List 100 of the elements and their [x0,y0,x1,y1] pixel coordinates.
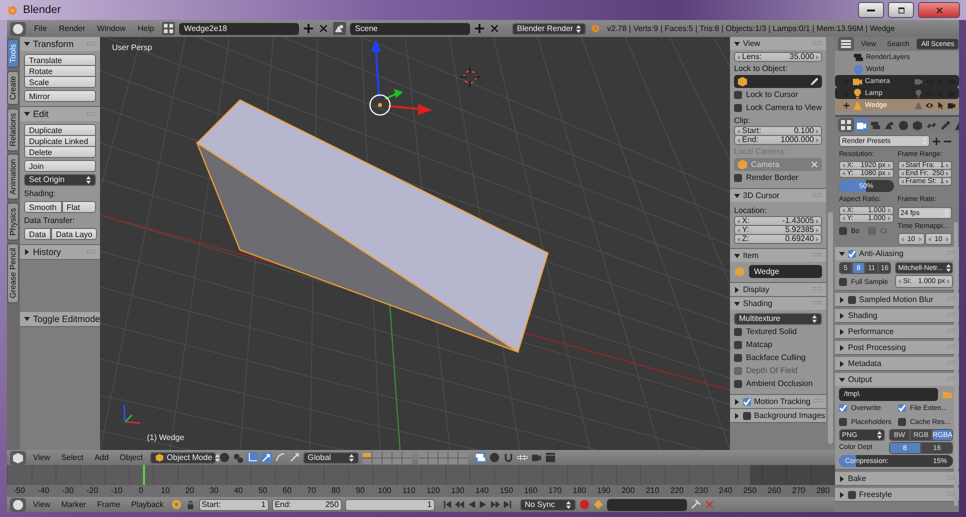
dropdown[interactable]: Blender Render [512,22,586,34]
list-icon[interactable] [838,37,854,51]
eye-icon[interactable] [925,100,934,110]
tab[interactable]: Animation [7,154,19,200]
tab[interactable]: Tools [7,39,19,68]
camera-icon[interactable] [530,452,542,463]
triangle-right-icon[interactable] [839,344,845,350]
layers-icon[interactable] [474,452,486,463]
key-insert-icon[interactable] [690,499,701,510]
number-field[interactable]: Y: 5.92385 [734,225,822,235]
number-field[interactable]: Start: 1 [198,498,269,510]
manipulator-icon[interactable] [246,452,258,463]
menu-item[interactable]: Render [54,24,90,32]
triangle-down-icon[interactable] [734,192,740,198]
triangle-down-icon[interactable] [24,316,30,322]
menu-item[interactable]: Marker [57,500,90,508]
checkbox[interactable] [839,418,847,426]
dropdown[interactable]: Set Origin [24,174,96,186]
scale-icon[interactable] [288,452,300,463]
checkbox[interactable] [743,412,751,420]
panel-header[interactable]: Metadata [835,357,959,370]
tool-button[interactable]: Join [24,160,96,172]
checkbox-label[interactable]: Backface Culling [746,354,806,362]
scrollbar[interactable] [954,222,958,506]
add-icon[interactable] [932,136,941,146]
number-field[interactable]: 1 [344,498,435,510]
triangle-right-icon[interactable] [24,249,30,255]
tool-button[interactable]: Scale [24,76,96,88]
menu-item[interactable]: File [30,24,51,32]
play-icon[interactable] [478,499,489,510]
triangle-right-icon[interactable] [839,492,845,498]
checkbox[interactable] [839,227,847,235]
record-icon[interactable] [170,499,182,510]
tab[interactable]: Grease Pencil [7,243,19,304]
playhead-line[interactable] [143,465,146,485]
cube-icon[interactable] [10,450,26,464]
dropdown[interactable]: Multitexture [734,313,822,325]
number-field[interactable]: End: 250 [272,498,342,510]
globe-icon[interactable] [897,118,910,132]
checkbox-label[interactable]: Textured Solid [746,328,797,336]
info-icon[interactable] [10,22,26,36]
arrow-icon[interactable] [260,452,272,463]
object-field[interactable] [734,75,822,88]
menu-item[interactable]: Frame [93,500,124,508]
panel-header[interactable]: Motion Tracking [730,395,826,408]
close-icon[interactable] [489,23,500,34]
menu-item[interactable]: Window [93,24,130,32]
clapper-icon[interactable] [544,452,556,463]
maximize-button[interactable] [888,2,914,18]
panel-header[interactable]: Item [730,249,826,262]
tool-button[interactable]: Data Layo [50,228,98,240]
tab[interactable]: Physics [7,202,19,240]
number-field[interactable]: Z: 0.69240 [734,234,822,244]
triangle-right-icon[interactable] [839,312,845,318]
tool-button[interactable]: Delete [24,146,96,158]
camera-icon[interactable] [947,100,956,110]
timeline-track[interactable] [7,465,835,485]
sphere-icon[interactable] [488,452,500,463]
plus-icon[interactable] [474,23,486,34]
tab[interactable]: Create [7,70,19,105]
menu-item[interactable]: Help [134,24,158,32]
triangle-right-icon[interactable] [839,476,845,482]
panel-header[interactable]: 3D Cursor [730,189,826,202]
checkbox[interactable] [848,296,856,304]
clock-icon[interactable] [10,498,26,512]
panel-header[interactable]: Bake [835,472,959,485]
panel-header[interactable]: Output [835,373,959,386]
dropdown[interactable]: Global [302,452,359,464]
jump-start-icon[interactable] [442,499,453,510]
tool-button[interactable]: Translate [24,54,96,66]
next-key-icon[interactable] [490,499,501,510]
screen-field[interactable]: Wedge2e18 [179,22,300,34]
tool-button[interactable]: Duplicate Linked [24,135,96,147]
checkbox[interactable] [839,278,847,286]
name-field[interactable]: Wedge [749,265,822,278]
number-field[interactable]: Start: 0.100 [734,126,822,136]
tool-button[interactable]: Flat [62,201,96,213]
checkbox[interactable] [734,341,742,349]
panel-header[interactable]: Sampled Motion Blur [835,293,959,306]
checkbox[interactable] [839,404,847,412]
layout-icon[interactable] [162,22,176,35]
tool-button[interactable]: Rotate [24,65,96,77]
menu-item[interactable]: Select [57,454,88,462]
panel-header[interactable]: Post Processing [835,341,959,354]
tool-button[interactable]: Smooth [24,201,62,213]
previous-key-icon[interactable] [454,499,465,510]
triangle-right-icon[interactable] [734,398,740,404]
triangle-down-icon[interactable] [24,41,30,47]
checkbox[interactable] [734,174,742,182]
snap-icon[interactable] [516,452,528,463]
panel-header[interactable]: Freestyle [835,488,959,501]
scene-field[interactable]: Scene [350,22,470,34]
wrench-icon[interactable] [939,118,952,132]
rotate-icon[interactable] [274,452,286,463]
triangle-down-icon[interactable] [734,40,740,46]
jump-end-icon[interactable] [502,499,513,510]
checkbox[interactable] [898,404,906,412]
checkbox[interactable] [734,354,742,362]
menu-item[interactable]: Add [90,454,113,462]
checkbox[interactable] [898,418,906,426]
